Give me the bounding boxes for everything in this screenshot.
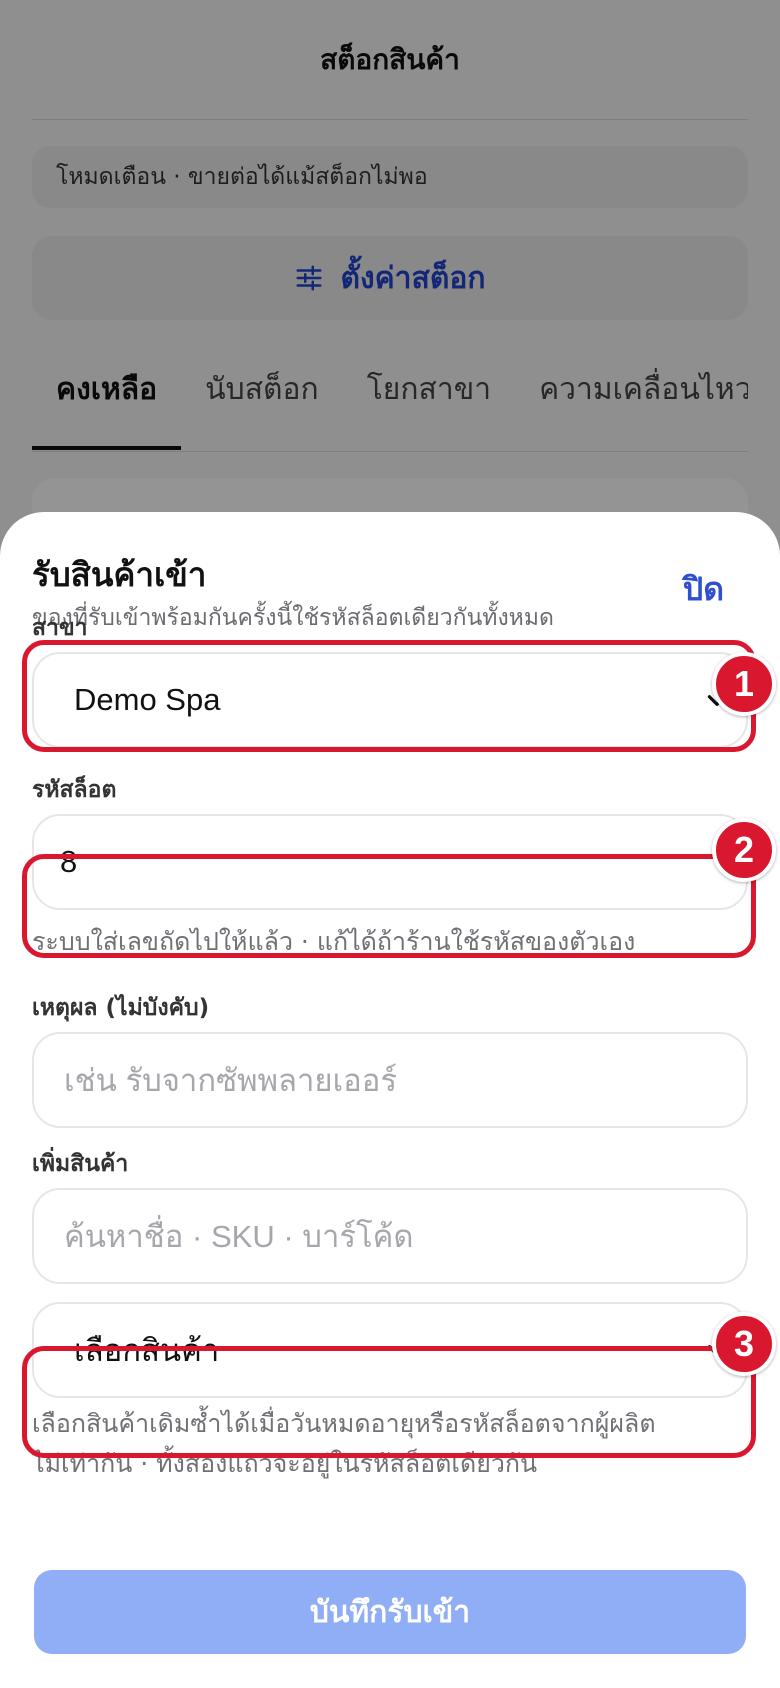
lot-hint: ระบบใส่เลขถัดไปให้แล้ว · แก้ได้ถ้าร้านใช…: [32, 927, 636, 956]
branch-value: Demo Spa: [74, 682, 221, 717]
add-product-label: เพิ่มสินค้า: [32, 1151, 129, 1177]
lot-code-input[interactable]: 8: [32, 814, 748, 910]
product-hint-line2: ไม่เท่ากัน · ทั้งสองแถวจะอยู่ในรหัสล็อตเ…: [32, 1449, 538, 1478]
close-button[interactable]: ปิด: [683, 564, 724, 615]
product-search-input[interactable]: ค้นหาชื่อ · SKU · บาร์โค้ด: [32, 1188, 748, 1284]
branch-label: สาขา: [32, 615, 88, 641]
product-hint-line1: เลือกสินค้าเดิมซ้ำได้เมื่อวันหมดอายุหรือ…: [32, 1409, 656, 1438]
annotation-badge-1: 1: [712, 652, 776, 716]
annotation-badge-3: 3: [712, 1312, 776, 1376]
reason-label: เหตุผล (ไม่บังคับ): [32, 995, 210, 1021]
save-receive-button[interactable]: บันทึกรับเข้า: [34, 1570, 746, 1654]
reason-placeholder: เช่น รับจากซัพพลายเออร์: [64, 1063, 398, 1098]
sheet-subtitle: ของที่รับเข้าพร้อมกันครั้งนี้ใช้รหัสล็อต…: [32, 605, 554, 631]
reason-input[interactable]: เช่น รับจากซัพพลายเออร์: [32, 1032, 748, 1128]
annotation-badge-2: 2: [712, 818, 776, 882]
product-select[interactable]: เลือกสินค้า: [32, 1302, 748, 1398]
sheet-title: รับสินค้าเข้า: [32, 555, 207, 594]
lot-code-value: 8: [60, 844, 78, 879]
branch-select[interactable]: Demo Spa: [32, 652, 748, 748]
product-select-value: เลือกสินค้า: [74, 1333, 220, 1368]
receive-stock-sheet: รับสินค้าเข้า ของที่รับเข้าพร้อมกันครั้ง…: [0, 512, 780, 1688]
lot-label: รหัสล็อต: [32, 777, 117, 803]
product-search-placeholder: ค้นหาชื่อ · SKU · บาร์โค้ด: [64, 1219, 414, 1254]
product-hint: เลือกสินค้าเดิมซ้ำได้เมื่อวันหมดอายุหรือ…: [32, 1404, 656, 1484]
